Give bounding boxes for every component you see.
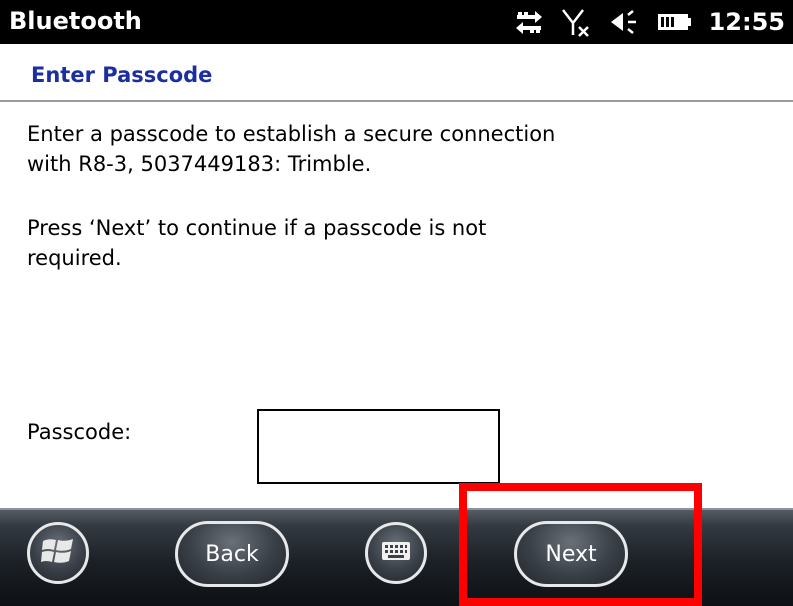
keyboard-icon — [381, 541, 411, 565]
instruction-text: Enter a passcode to establish a secure c… — [27, 122, 556, 176]
back-button[interactable]: Back — [175, 521, 289, 587]
volume-icon[interactable] — [609, 9, 639, 35]
no-signal-icon[interactable] — [561, 7, 591, 37]
status-icons: 12:55 — [515, 0, 785, 44]
start-button[interactable] — [27, 522, 89, 584]
page-title: Enter Passcode — [31, 63, 213, 87]
app-title: Bluetooth — [9, 7, 142, 35]
next-hint-text: Press ‘Next’ to continue if a passcode i… — [27, 216, 487, 270]
passcode-input[interactable] — [257, 409, 500, 484]
data-transfer-icon[interactable] — [515, 9, 543, 35]
keyboard-button[interactable] — [365, 522, 427, 584]
next-button[interactable]: Next — [514, 521, 628, 587]
heading-divider — [0, 100, 793, 102]
clock[interactable]: 12:55 — [709, 0, 785, 44]
battery-icon[interactable] — [657, 11, 691, 33]
status-bar: Bluetooth 12:55 — [0, 0, 793, 44]
passcode-label: Passcode: — [27, 420, 132, 444]
windows-start-icon — [41, 535, 75, 571]
